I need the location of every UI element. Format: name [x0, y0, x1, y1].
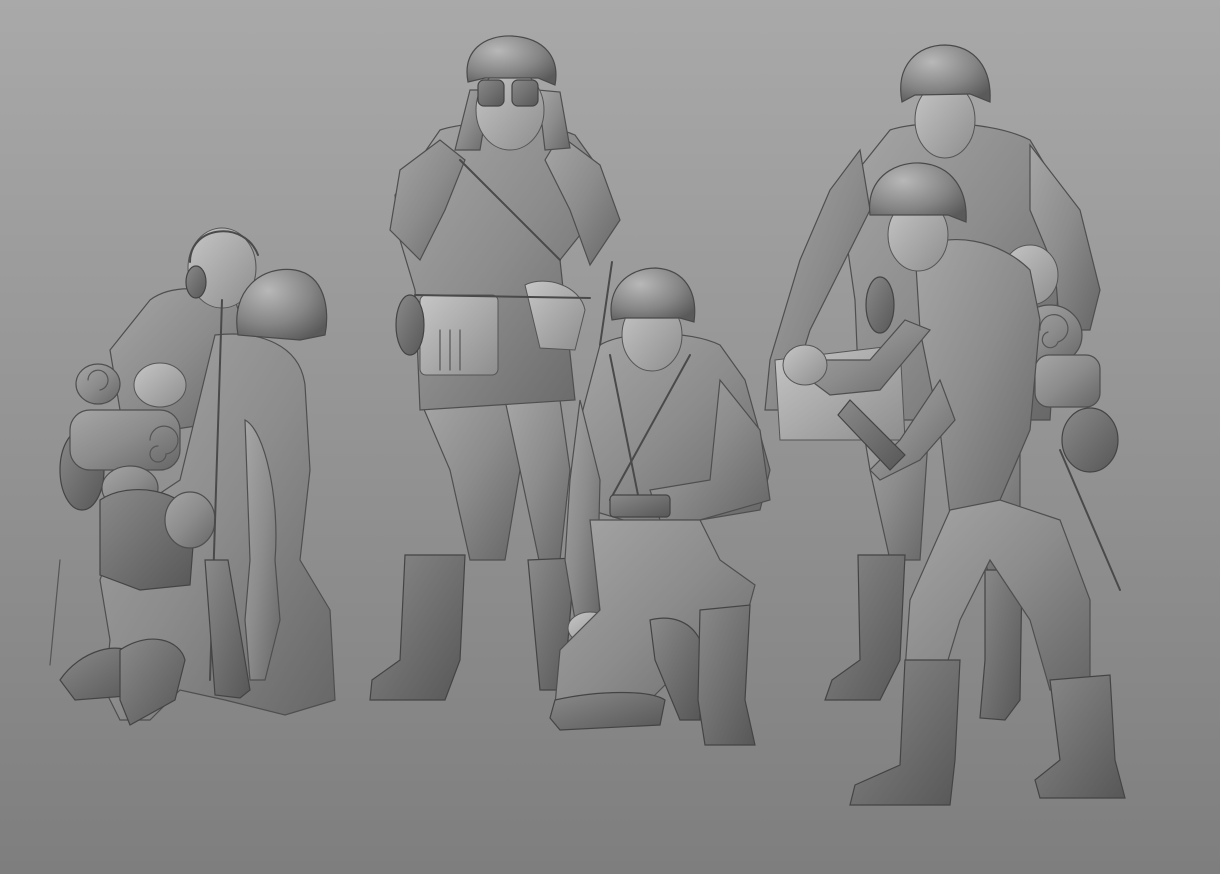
figure-group-render	[0, 0, 1220, 874]
sculpt-render-scene	[0, 0, 1220, 874]
